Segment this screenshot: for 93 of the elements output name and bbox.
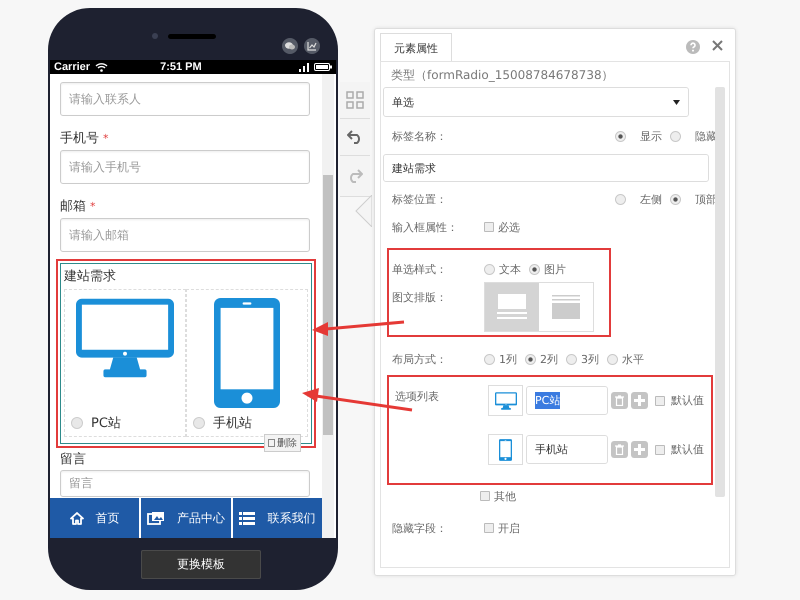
image-option[interactable]: 手机站 [186,289,308,437]
scrollbar-thumb[interactable] [323,175,333,435]
delete-icon[interactable] [611,441,628,458]
list-icon [239,512,256,524]
checkbox[interactable] [484,523,494,533]
caret-icon [673,100,680,104]
collapse-tab-icon[interactable] [355,195,372,227]
tablet-icon [499,438,512,460]
field-label: 标签名称： [392,128,448,144]
add-icon[interactable] [631,392,648,409]
tablet-icon [213,298,281,408]
radio-button[interactable] [615,194,626,204]
document-icon [268,439,275,447]
monitor-icon [76,298,174,378]
text-above-image-icon [552,295,580,319]
chart-icon[interactable] [304,38,320,54]
nav-tab[interactable]: 首页 [50,498,140,538]
radio-label: 图片 [544,262,566,276]
radio-button[interactable] [670,194,681,204]
checkbox-label: 其他 [494,488,516,504]
checkbox[interactable] [655,396,665,406]
layout-option[interactable] [485,283,539,331]
radio-label: 显示 [640,128,662,144]
chat-icon[interactable] [282,38,298,54]
camera-icon [152,33,158,39]
field-label: 邮箱 * [60,198,96,214]
checkbox[interactable] [484,222,494,232]
radio-label: 水平 [622,352,644,366]
checkbox-label: 默认值 [671,393,704,408]
carrier-label: Carrier [54,61,90,73]
field-label: 单选样式： [392,262,448,276]
radio-button[interactable] [615,130,626,142]
clock-label: 7:51 PM [160,61,202,73]
help-icon[interactable] [686,40,700,54]
radio-button[interactable] [484,354,495,364]
field-label: 布局方式： [392,352,448,366]
wifi-icon [95,62,108,72]
radio-button[interactable] [525,354,536,364]
scrollbar[interactable] [322,74,334,538]
field-label: 标签位置： [392,192,448,206]
group-label: 建站需求 [63,268,117,286]
radio-button[interactable] [529,264,540,274]
option-input[interactable]: 手机站 [526,435,608,464]
field-label: 手机号 * [60,130,110,146]
image-above-text-icon [497,294,527,320]
radio-button[interactable] [193,417,205,429]
grid-icon [346,91,364,109]
radio-button[interactable] [607,354,618,364]
scrollbar[interactable] [715,87,725,497]
battery-icon [314,63,332,71]
signal-icon [299,62,310,72]
gallery-icon [146,511,165,525]
redo-icon [347,169,363,183]
type-dropdown[interactable]: 单选 [383,87,689,117]
field-label: 隐藏字段： [392,520,448,536]
add-icon[interactable] [631,441,648,458]
label-name-input[interactable]: 建站需求 [383,154,709,182]
close-icon[interactable] [712,40,723,51]
radio-button[interactable] [566,354,577,364]
nav-tab[interactable]: 联系我们 [232,498,322,538]
field-label: 图文排版： [392,290,448,305]
delete-button[interactable]: 删除 [264,434,301,452]
checkbox[interactable] [655,444,665,454]
checkbox[interactable] [480,491,490,501]
radio-label: 文本 [499,262,521,276]
undo-icon [347,130,363,144]
radio-button[interactable] [670,130,681,142]
panel-tab[interactable]: 元素属性 [380,33,452,62]
option-label: PC站 [91,415,121,432]
field-label: 留言 [60,451,87,467]
speaker-icon [168,34,216,39]
option-input[interactable]: PC站 [526,386,608,415]
monitor-icon [494,392,516,410]
field-label: 选项列表 [394,389,440,405]
checkbox-label: 默认值 [671,442,704,457]
option-label: 手机站 [213,415,252,432]
element-type-label: 类型（formRadio_15008784678738） [390,67,615,84]
radio-label: 1列 [499,352,517,366]
checkbox-label: 开启 [498,520,520,536]
image-picker[interactable] [488,434,523,465]
home-icon [70,512,84,524]
image-option[interactable]: PC站 [64,289,186,437]
radio-label: 2列 [540,352,558,366]
delete-icon[interactable] [611,392,628,409]
radio-label: 3列 [581,352,599,366]
radio-button[interactable] [484,264,495,274]
field-label: 输入框属性： [392,220,459,234]
checkbox-label: 必选 [498,220,520,234]
radio-button[interactable] [71,417,83,429]
change-template-button[interactable]: 更换模板 [141,550,261,578]
nav-tab[interactable]: 产品中心 [141,498,231,538]
radio-label: 左侧 [640,192,662,206]
image-picker[interactable] [488,385,523,416]
